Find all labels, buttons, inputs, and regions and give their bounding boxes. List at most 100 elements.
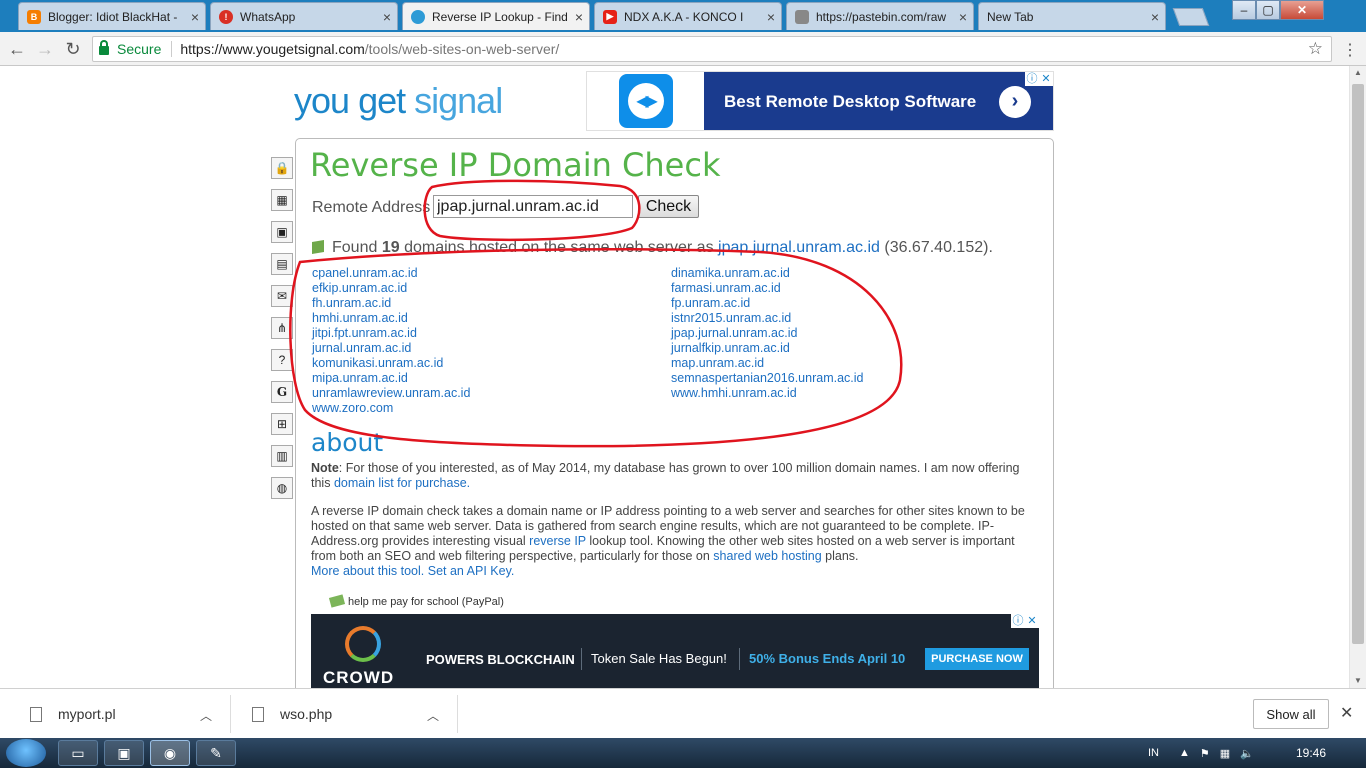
reverse-ip-link[interactable]: reverse IP (529, 534, 586, 548)
check-button[interactable]: Check (638, 195, 699, 218)
mail-tool-icon[interactable]: ✉ (271, 285, 293, 307)
close-ad-icon[interactable]: ✕ (1025, 614, 1039, 628)
domain-list-link[interactable]: domain list for purchase. (334, 476, 470, 490)
clock[interactable]: 19:46 (1296, 746, 1326, 760)
minimize-button[interactable]: – (1232, 0, 1256, 20)
list-item[interactable]: mipa.unram.ac.id (312, 371, 470, 386)
chevron-up-icon[interactable]: ︿ (200, 707, 212, 724)
list-item[interactable]: jitpi.fpt.unram.ac.id (312, 326, 470, 341)
list-item[interactable]: istnr2015.unram.ac.id (671, 311, 863, 326)
list-item[interactable]: www.zoro.com (312, 401, 470, 416)
tab-blogger[interactable]: B Blogger: Idiot BlackHat - × (18, 2, 206, 30)
list-item[interactable]: cpanel.unram.ac.id (312, 266, 470, 281)
info-icon[interactable]: ⓘ (1025, 72, 1039, 86)
list-item[interactable]: hmhi.unram.ac.id (312, 311, 470, 326)
tray-expand-icon[interactable]: ▲ (1179, 747, 1190, 759)
blogger-icon: B (27, 9, 41, 24)
scroll-up-icon[interactable]: ▲ (1350, 66, 1366, 80)
close-window-button[interactable]: ✕ (1280, 0, 1324, 20)
menu-icon[interactable]: ⋮ (1342, 40, 1358, 59)
info-icon[interactable]: ⓘ (1011, 614, 1025, 628)
bottom-advertisement[interactable]: CROWD POWERS BLOCKCHAIN Token Sale Has B… (311, 614, 1039, 690)
adchoices[interactable]: ⓘ ✕ (1025, 72, 1053, 86)
adchoices[interactable]: ⓘ ✕ (1011, 614, 1039, 628)
close-tab-icon[interactable]: × (575, 9, 583, 25)
tab-reverse-ip[interactable]: Reverse IP Lookup - Find × (402, 2, 590, 30)
volume-icon[interactable]: 🔈 (1240, 747, 1254, 760)
remote-address-input[interactable] (433, 195, 633, 218)
list-item[interactable]: unramlawreview.unram.ac.id (312, 386, 470, 401)
show-all-button[interactable]: Show all (1253, 699, 1329, 729)
google-tool-icon[interactable]: G (271, 381, 293, 403)
chrome-icon[interactable]: ◉ (150, 740, 190, 766)
forward-icon[interactable]: → (34, 38, 56, 60)
browser-toolbar: ← → ↻ Secure https://www.yougetsignal.co… (0, 32, 1366, 66)
target-domain-link[interactable]: jpap.jurnal.unram.ac.id (718, 239, 880, 256)
more-about-link[interactable]: More about this tool. (311, 564, 424, 578)
tab-new-tab[interactable]: New Tab × (978, 2, 1166, 30)
about-heading: about (311, 428, 384, 457)
network-tool-icon[interactable]: ⋔ (271, 317, 293, 339)
maximize-button[interactable]: ▢ (1256, 0, 1280, 20)
disk-tool-icon[interactable]: ▥ (271, 445, 293, 467)
start-button[interactable] (6, 739, 46, 767)
explorer-icon[interactable]: ▭ (58, 740, 98, 766)
purchase-now-button[interactable]: PURCHASE NOW (925, 648, 1029, 670)
close-icon[interactable]: ✕ (1340, 703, 1353, 723)
language-indicator[interactable]: IN (1148, 747, 1159, 759)
list-item[interactable]: dinamika.unram.ac.id (671, 266, 863, 281)
new-tab-button[interactable] (1172, 8, 1210, 26)
reload-icon[interactable]: ↻ (62, 38, 84, 60)
list-item[interactable]: jurnal.unram.ac.id (312, 341, 470, 356)
tab-pastebin[interactable]: https://pastebin.com/raw × (786, 2, 974, 30)
close-tab-icon[interactable]: × (1151, 9, 1159, 25)
list-item[interactable]: efkip.unram.ac.id (312, 281, 470, 296)
star-icon[interactable]: ☆ (1308, 39, 1323, 59)
list-item[interactable]: fh.unram.ac.id (312, 296, 470, 311)
download-item-wso[interactable]: wso.php (252, 697, 332, 731)
terminal-icon[interactable]: ▣ (104, 740, 144, 766)
ad-bonus-text: 50% Bonus Ends April 10 (749, 651, 906, 666)
scroll-down-icon[interactable]: ▼ (1350, 674, 1366, 688)
address-bar[interactable]: Secure https://www.yougetsignal.com/tool… (92, 36, 1332, 62)
close-tab-icon[interactable]: × (767, 9, 775, 25)
api-key-link[interactable]: Set an API Key. (428, 564, 515, 578)
chevron-up-icon[interactable]: ︿ (427, 707, 439, 724)
scroll-thumb[interactable] (1352, 84, 1364, 644)
location-tool-icon[interactable]: ▣ (271, 221, 293, 243)
ad-banner[interactable]: Best Remote Desktop Software › (704, 72, 1053, 130)
close-tab-icon[interactable]: × (959, 9, 967, 25)
globe-tool-icon[interactable]: ◍ (271, 477, 293, 499)
site-logo[interactable]: you get signal (294, 80, 503, 122)
tab-youtube[interactable]: ▶ NDX A.K.A - KONCO I × (594, 2, 782, 30)
chevron-right-icon[interactable]: › (999, 86, 1031, 118)
vertical-scrollbar[interactable]: ▲ ▼ (1349, 66, 1366, 688)
close-tab-icon[interactable]: × (191, 9, 199, 25)
network-icon[interactable]: ▦ (1220, 747, 1230, 760)
close-ad-icon[interactable]: ✕ (1039, 72, 1053, 86)
list-item[interactable]: semnaspertanian2016.unram.ac.id (671, 371, 863, 386)
server-tool-icon[interactable]: ▤ (271, 253, 293, 275)
list-item[interactable]: farmasi.unram.ac.id (671, 281, 863, 296)
app-icon[interactable]: ✎ (196, 740, 236, 766)
list-item[interactable]: jurnalfkip.unram.ac.id (671, 341, 863, 356)
tab-whatsapp[interactable]: ! WhatsApp × (210, 2, 398, 30)
windows-tool-icon[interactable]: ⊞ (271, 413, 293, 435)
list-item[interactable]: jpap.jurnal.unram.ac.id (671, 326, 863, 341)
download-item-myport[interactable]: myport.pl (30, 697, 116, 731)
map-tool-icon[interactable]: ▦ (271, 189, 293, 211)
list-item[interactable]: fp.unram.ac.id (671, 296, 863, 311)
shared-hosting-link[interactable]: shared web hosting (713, 549, 821, 563)
list-item[interactable]: komunikasi.unram.ac.id (312, 356, 470, 371)
flag-icon[interactable]: ⚑ (1200, 747, 1210, 760)
back-icon[interactable]: ← (6, 38, 28, 60)
help-tool-icon[interactable]: ? (271, 349, 293, 371)
top-advertisement[interactable]: Best Remote Desktop Software › ⓘ ✕ (586, 71, 1054, 131)
paypal-link[interactable]: help me pay for school (PayPal) (328, 594, 504, 608)
list-item[interactable]: www.hmhi.unram.ac.id (671, 386, 863, 401)
lock-tool-icon[interactable]: 🔒 (271, 157, 293, 179)
close-tab-icon[interactable]: × (383, 9, 391, 25)
list-item[interactable]: map.unram.ac.id (671, 356, 863, 371)
windows-taskbar: ▭ ▣ ◉ ✎ IN ▲ ⚑ ▦ 🔈 19:46 (0, 738, 1366, 768)
divider (230, 695, 231, 733)
